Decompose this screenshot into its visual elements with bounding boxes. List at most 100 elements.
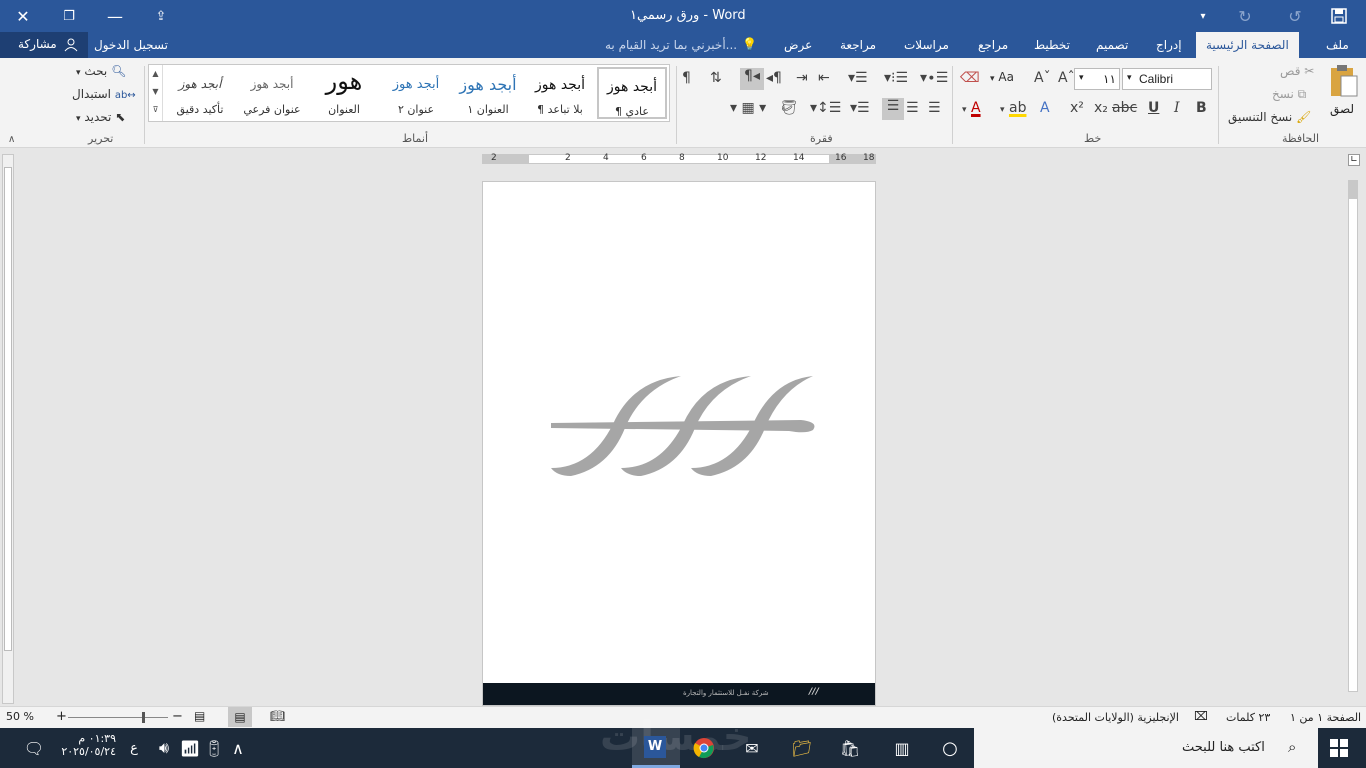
style-title[interactable]: هور العنوان — [309, 67, 379, 119]
underline-button[interactable]: U — [1148, 100, 1159, 116]
clock[interactable]: ٠١:٣٩ م ٢٠٢٥/٠٥/٢٤ — [60, 732, 116, 758]
style-subtitle[interactable]: أبجد هوز عنوان فرعي — [237, 67, 307, 119]
wifi-icon[interactable]: 📶︎ — [178, 736, 202, 760]
close-icon[interactable]: ✕ — [0, 0, 46, 32]
show-formatting-icon[interactable]: ¶ — [682, 70, 691, 86]
page-number[interactable]: الصفحة ١ من ١ — [1290, 711, 1361, 724]
highlight-icon[interactable]: ▾ ab — [1000, 100, 1026, 116]
cut-button[interactable]: قص ✂ — [1280, 64, 1314, 78]
proofing-icon[interactable]: ⌧ — [1194, 709, 1208, 723]
copy-button[interactable]: نسخ ⧉ — [1272, 87, 1306, 102]
increase-indent-icon[interactable]: ⇥ — [796, 70, 808, 86]
cortana-icon[interactable]: ○ — [938, 736, 962, 760]
collapse-ribbon-icon[interactable]: ∧ — [8, 134, 15, 145]
customize-toolbar-icon[interactable]: ▾ — [1180, 0, 1226, 32]
bullets-icon[interactable]: ▾∙☰ — [920, 70, 948, 86]
zoom-out-icon[interactable]: − — [172, 709, 183, 724]
word-count[interactable]: ٢٣ كلمات — [1226, 711, 1270, 724]
input-language[interactable]: ع — [122, 736, 146, 760]
style-heading-2[interactable]: أبجد هوز عنوان ٢ — [381, 67, 451, 119]
bold-button[interactable]: B — [1196, 100, 1207, 116]
italic-button[interactable]: I — [1174, 100, 1180, 116]
left-scrollbar[interactable] — [2, 154, 14, 704]
clear-formatting-icon[interactable]: ⌫ — [960, 70, 980, 86]
rtl-direction-icon[interactable]: ¶◂ — [740, 68, 764, 90]
redo-icon[interactable]: ↻ — [1222, 0, 1268, 32]
show-hidden-icons-icon[interactable]: ∧ — [226, 736, 250, 760]
align-center-icon[interactable]: ☰ — [906, 100, 919, 116]
zoom-slider[interactable] — [68, 717, 168, 718]
zoom-level[interactable]: 50 % — [6, 710, 34, 723]
numbering-icon[interactable]: ▾⁝☰ — [884, 70, 908, 86]
notifications-icon[interactable]: 🗨︎ — [22, 736, 46, 760]
superscript-icon[interactable]: x² — [1070, 100, 1084, 116]
web-layout-icon[interactable]: ▤ — [194, 709, 205, 723]
select-button[interactable]: ▾ تحديد ⬉ — [76, 110, 125, 124]
style-name: تأكيد دقيق — [176, 103, 224, 116]
sign-in-link[interactable]: تسجيل الدخول — [84, 32, 178, 58]
language-indicator[interactable]: الإنجليزية (الولايات المتحدة) — [1052, 711, 1179, 724]
horizontal-ruler[interactable]: 18 16 14 12 10 8 6 4 2 2 — [482, 153, 876, 164]
align-left-icon[interactable]: ☰ — [928, 100, 941, 116]
restore-icon[interactable]: ❐ — [46, 0, 92, 32]
multilevel-list-icon[interactable]: ▾☰ — [848, 70, 868, 86]
start-windows-icon[interactable] — [1330, 739, 1348, 760]
style-normal[interactable]: أبجد هوز ¶ عادي — [597, 67, 667, 119]
sort-icon[interactable]: ⇅ — [710, 70, 722, 86]
store-icon[interactable]: 🛍︎ — [838, 736, 862, 760]
chrome-icon[interactable] — [692, 736, 716, 760]
print-layout-icon[interactable]: ▤ — [228, 707, 252, 727]
minimize-icon[interactable]: — — [92, 0, 138, 32]
tab-view[interactable]: عرض — [774, 32, 822, 58]
document-page[interactable]: شركة نفـل للاستثمار والتجارة /// — [482, 181, 876, 706]
text-effects-icon[interactable]: A — [1040, 100, 1050, 116]
change-case-button[interactable]: ▾ Aa — [990, 70, 1014, 84]
replace-button[interactable]: استبدال ab↔ — [72, 87, 136, 101]
mail-icon[interactable]: ✉ — [740, 736, 764, 760]
font-color-icon[interactable]: ▾ A — [962, 100, 981, 116]
ribbon-display-options-icon[interactable]: ⇪ — [138, 0, 184, 32]
tab-references[interactable]: مراجع — [968, 32, 1018, 58]
task-view-icon[interactable]: ▥ — [890, 736, 914, 760]
font-name-select[interactable]: ▾ Calibri — [1122, 68, 1212, 90]
battery-icon[interactable]: 🔋︎ — [202, 736, 226, 760]
tell-me-box[interactable]: أخبرني بما تريد القيام به... — [605, 38, 737, 52]
subscript-icon[interactable]: x₂ — [1094, 100, 1108, 116]
undo-icon[interactable]: ↺ — [1272, 0, 1318, 32]
shading-icon[interactable]: 🪣︎ — [780, 100, 798, 116]
save-icon[interactable] — [1316, 0, 1362, 32]
format-painter-button[interactable]: نسخ التنسيق 🖌︎ — [1228, 110, 1311, 124]
style-no-spacing[interactable]: أبجد هوز ¶ بلا تباعد — [525, 67, 595, 119]
strikethrough-icon[interactable]: abc — [1112, 100, 1137, 116]
paste-button[interactable]: لصق — [1326, 64, 1360, 120]
share-button[interactable]: مشاركة — [0, 32, 88, 58]
decrease-indent-icon[interactable]: ⇤ — [818, 70, 830, 86]
zoom-slider-thumb[interactable] — [142, 712, 145, 723]
line-spacing-icon[interactable]: ▾↕☰ — [810, 100, 841, 116]
style-subtle-emphasis[interactable]: أبجد هوز تأكيد دقيق — [165, 67, 235, 119]
grow-font-icon[interactable]: Aˆ — [1058, 70, 1075, 86]
tab-mailings[interactable]: مراسلات — [894, 32, 959, 58]
tab-layout[interactable]: تخطيط — [1024, 32, 1080, 58]
ltr-direction-icon[interactable]: ◂¶ — [766, 70, 782, 86]
taskbar-search[interactable]: اكتب هنا للبحث ⌕ — [974, 728, 1318, 768]
word-taskbar-button[interactable]: W — [632, 728, 680, 768]
shrink-font-icon[interactable]: Aˇ — [1034, 70, 1051, 86]
tab-design[interactable]: تصميم — [1086, 32, 1138, 58]
borders-icon[interactable]: ▾ ▦ ▾ — [730, 100, 766, 116]
file-explorer-icon[interactable]: 📁︎ — [790, 736, 814, 760]
volume-icon[interactable]: 🔊︎ — [152, 736, 176, 760]
zoom-in-icon[interactable]: + — [56, 709, 67, 724]
vertical-ruler[interactable] — [1348, 180, 1358, 692]
justify-icon[interactable]: ▾☰ — [850, 100, 870, 116]
font-size-select[interactable]: ▾ ١١ — [1074, 68, 1120, 90]
tab-insert[interactable]: إدراج — [1146, 32, 1192, 58]
style-heading-1[interactable]: أبجد هوز العنوان ١ — [453, 67, 523, 119]
tab-home[interactable]: الصفحة الرئيسية — [1196, 32, 1299, 58]
tab-selector-icon[interactable]: ∟ — [1348, 154, 1360, 166]
align-right-icon[interactable]: ☰ — [882, 98, 904, 120]
tab-review[interactable]: مراجعة — [830, 32, 886, 58]
read-mode-icon[interactable]: 📖︎ — [270, 709, 285, 723]
tab-file[interactable]: ملف — [1316, 32, 1359, 58]
find-button[interactable]: ▾ بحث 🔍︎ — [76, 64, 126, 78]
